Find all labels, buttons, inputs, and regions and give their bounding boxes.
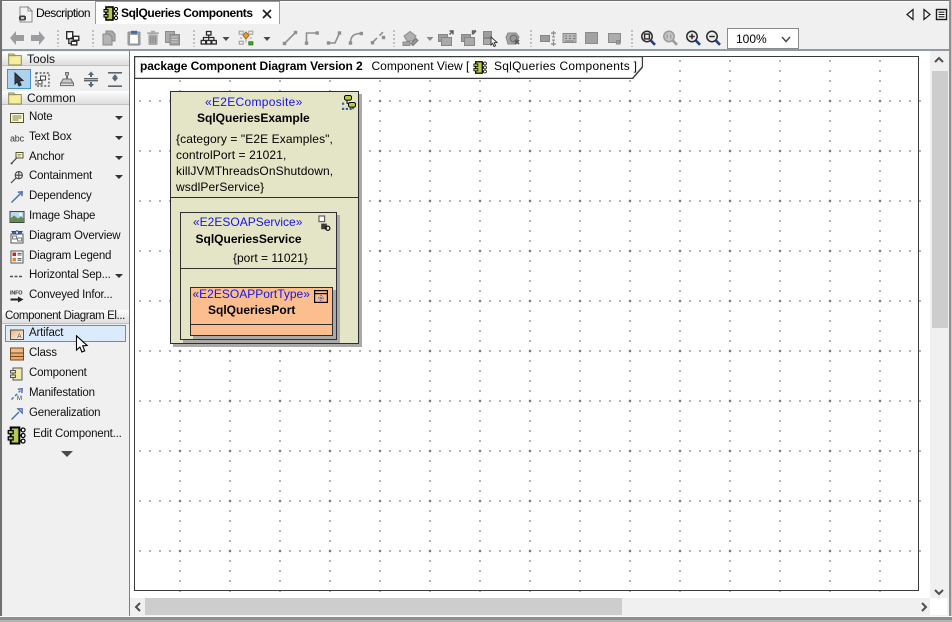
svg-text:abc: abc [10, 134, 25, 144]
svg-text:M: M [17, 396, 22, 402]
svg-text:INFO: INFO [10, 291, 23, 297]
